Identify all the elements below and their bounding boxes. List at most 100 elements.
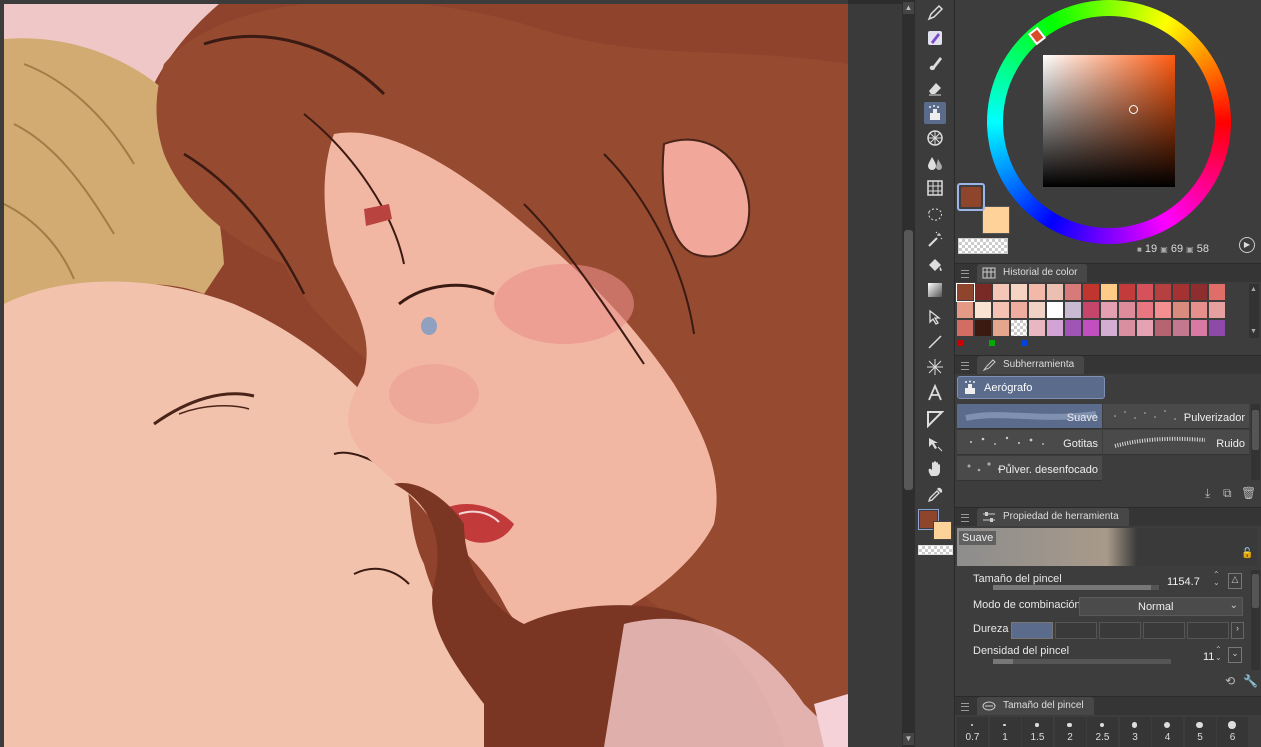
color-history-swatch[interactable] bbox=[993, 284, 1010, 301]
color-history-swatch[interactable] bbox=[1029, 320, 1046, 337]
density-slider[interactable] bbox=[993, 659, 1171, 664]
color-history-swatch[interactable] bbox=[1029, 302, 1046, 319]
line-tool-icon[interactable] bbox=[924, 331, 946, 353]
saturation-value-square[interactable] bbox=[1043, 55, 1175, 187]
brush-size-value[interactable]: 1154.7 bbox=[1167, 576, 1200, 588]
color-history-swatch[interactable] bbox=[957, 302, 974, 319]
brush-size-option[interactable]: 4 bbox=[1152, 717, 1183, 747]
eyedropper-tool-icon[interactable] bbox=[924, 484, 946, 506]
brush-size-row[interactable]: Tamaño del pincel 1154.7 ⌃ ⌄ △ bbox=[967, 570, 1245, 594]
hardness-step-2[interactable] bbox=[1055, 622, 1097, 639]
panel-grip-icon[interactable] bbox=[961, 703, 969, 711]
play-icon[interactable]: ▶ bbox=[1239, 237, 1255, 253]
color-history-swatch[interactable] bbox=[975, 320, 992, 337]
gradient-tool-icon[interactable] bbox=[924, 279, 946, 301]
operation-tool-icon[interactable] bbox=[924, 433, 946, 455]
pen-tool-icon[interactable] bbox=[924, 2, 946, 24]
color-history-swatch[interactable] bbox=[1209, 302, 1226, 319]
brush-size-triangle-icon[interactable]: △ bbox=[1228, 573, 1242, 589]
tab-brush-size[interactable]: Tamaño del pincel bbox=[977, 697, 1094, 715]
lock-icon[interactable]: 🔓 bbox=[1241, 548, 1253, 559]
toolbar-sub-color-chip[interactable] bbox=[933, 521, 952, 540]
brush-size-slider[interactable] bbox=[993, 585, 1159, 590]
blend-mode-select[interactable]: Normal ⌄ bbox=[1079, 597, 1243, 616]
toolbar-transparent-chip[interactable] bbox=[918, 545, 953, 555]
color-history-swatch[interactable] bbox=[1011, 320, 1028, 337]
canvas-vertical-scrollbar[interactable]: ▲ ▼ bbox=[902, 0, 915, 747]
scroll-up-icon[interactable]: ▲ bbox=[903, 2, 914, 14]
hardness-step-1[interactable] bbox=[1011, 622, 1053, 639]
ruler-tool-icon[interactable] bbox=[924, 356, 946, 378]
hardness-step-4[interactable] bbox=[1143, 622, 1185, 639]
brush-size-option[interactable]: 2.5 bbox=[1087, 717, 1118, 747]
color-history-swatch[interactable] bbox=[1137, 320, 1154, 337]
subtool-group-airbrush[interactable]: Aerógrafo bbox=[957, 376, 1105, 399]
panel-grip-icon[interactable] bbox=[961, 514, 969, 522]
pencil-tool-icon[interactable] bbox=[924, 27, 946, 49]
color-history-swatch[interactable] bbox=[975, 284, 992, 301]
grid-tool-icon[interactable] bbox=[924, 177, 946, 199]
main-color-swatch[interactable] bbox=[957, 183, 985, 211]
color-history-swatch[interactable] bbox=[1047, 320, 1064, 337]
color-history-swatch[interactable] bbox=[1155, 320, 1172, 337]
wrench-icon[interactable]: 🔧 bbox=[1243, 674, 1258, 688]
brush-size-option[interactable]: 1.5 bbox=[1022, 717, 1053, 747]
color-history-swatch[interactable] bbox=[1065, 320, 1082, 337]
color-history-swatch[interactable] bbox=[993, 320, 1010, 337]
color-history-swatch[interactable] bbox=[1191, 320, 1208, 337]
sub-color-swatch[interactable] bbox=[982, 206, 1010, 234]
brush-pulverizador[interactable]: Pulverizador bbox=[1103, 404, 1249, 429]
color-history-swatch[interactable] bbox=[1011, 302, 1028, 319]
tab-color-history[interactable]: Historial de color bbox=[977, 264, 1088, 282]
brush-ruido[interactable]: Ruido bbox=[1103, 430, 1249, 455]
color-history-swatch[interactable] bbox=[1173, 302, 1190, 319]
selection-tool-icon[interactable] bbox=[924, 204, 946, 226]
color-history-swatch[interactable] bbox=[1047, 302, 1064, 319]
color-history-swatch[interactable] bbox=[1083, 302, 1100, 319]
subtool-copy-icon[interactable]: ⧉ bbox=[1223, 486, 1232, 501]
brush-size-option[interactable]: 5 bbox=[1184, 717, 1216, 747]
brush-size-option[interactable]: 0.7 bbox=[957, 717, 988, 747]
hardness-selector[interactable] bbox=[1011, 622, 1231, 639]
color-history-swatch[interactable] bbox=[1101, 302, 1118, 319]
magic-wand-icon[interactable] bbox=[924, 229, 946, 251]
scroll-down-icon[interactable]: ▼ bbox=[903, 733, 914, 745]
color-history-swatch[interactable] bbox=[1047, 284, 1064, 301]
color-history-swatch[interactable] bbox=[1101, 320, 1118, 337]
density-chevron-icon[interactable]: ⌄ bbox=[1228, 647, 1242, 663]
reset-icon[interactable]: ⟲ bbox=[1225, 674, 1235, 688]
color-history-swatch[interactable] bbox=[1155, 302, 1172, 319]
artwork-canvas[interactable] bbox=[4, 4, 848, 747]
color-history-swatch[interactable] bbox=[1029, 284, 1046, 301]
panel-grip-icon[interactable] bbox=[961, 362, 969, 370]
hand-tool-icon[interactable] bbox=[924, 458, 946, 480]
color-history-swatch[interactable] bbox=[993, 302, 1010, 319]
hardness-step-3[interactable] bbox=[1099, 622, 1141, 639]
color-history-swatch[interactable] bbox=[1119, 320, 1136, 337]
subtool-scrollbar[interactable] bbox=[1251, 404, 1260, 480]
color-history-swatch[interactable] bbox=[975, 302, 992, 319]
brush-size-option[interactable]: 1 bbox=[989, 717, 1021, 747]
sv-marker[interactable] bbox=[1129, 105, 1138, 114]
subtool-download-icon[interactable]: ⤓ bbox=[1205, 486, 1210, 501]
color-history-swatch[interactable] bbox=[1065, 284, 1082, 301]
fill-tool-icon[interactable] bbox=[924, 254, 946, 276]
color-history-swatch[interactable] bbox=[1173, 320, 1190, 337]
color-history-swatch[interactable] bbox=[956, 283, 975, 302]
object-tool-icon[interactable] bbox=[924, 306, 946, 328]
brush-size-option[interactable]: 2 bbox=[1054, 717, 1086, 747]
brush-gotitas[interactable]: Gotitas bbox=[957, 430, 1102, 455]
color-history-swatch[interactable] bbox=[1137, 302, 1154, 319]
color-history-swatch[interactable] bbox=[1119, 284, 1136, 301]
hardness-step-5[interactable] bbox=[1187, 622, 1229, 639]
brush-size-option[interactable]: 6 bbox=[1217, 717, 1248, 747]
brush-suave[interactable]: Suave bbox=[957, 404, 1102, 429]
property-scrollbar[interactable] bbox=[1251, 570, 1260, 670]
canvas-area[interactable] bbox=[0, 0, 848, 747]
blend-tool-icon[interactable] bbox=[924, 152, 946, 174]
color-history-swatch[interactable] bbox=[1209, 320, 1226, 337]
brush-size-stepper[interactable]: ⌃ ⌄ bbox=[1213, 571, 1220, 587]
frame-tool-icon[interactable] bbox=[924, 408, 946, 430]
color-history-swatch[interactable] bbox=[1191, 302, 1208, 319]
chevron-right-icon[interactable]: › bbox=[1231, 622, 1244, 639]
